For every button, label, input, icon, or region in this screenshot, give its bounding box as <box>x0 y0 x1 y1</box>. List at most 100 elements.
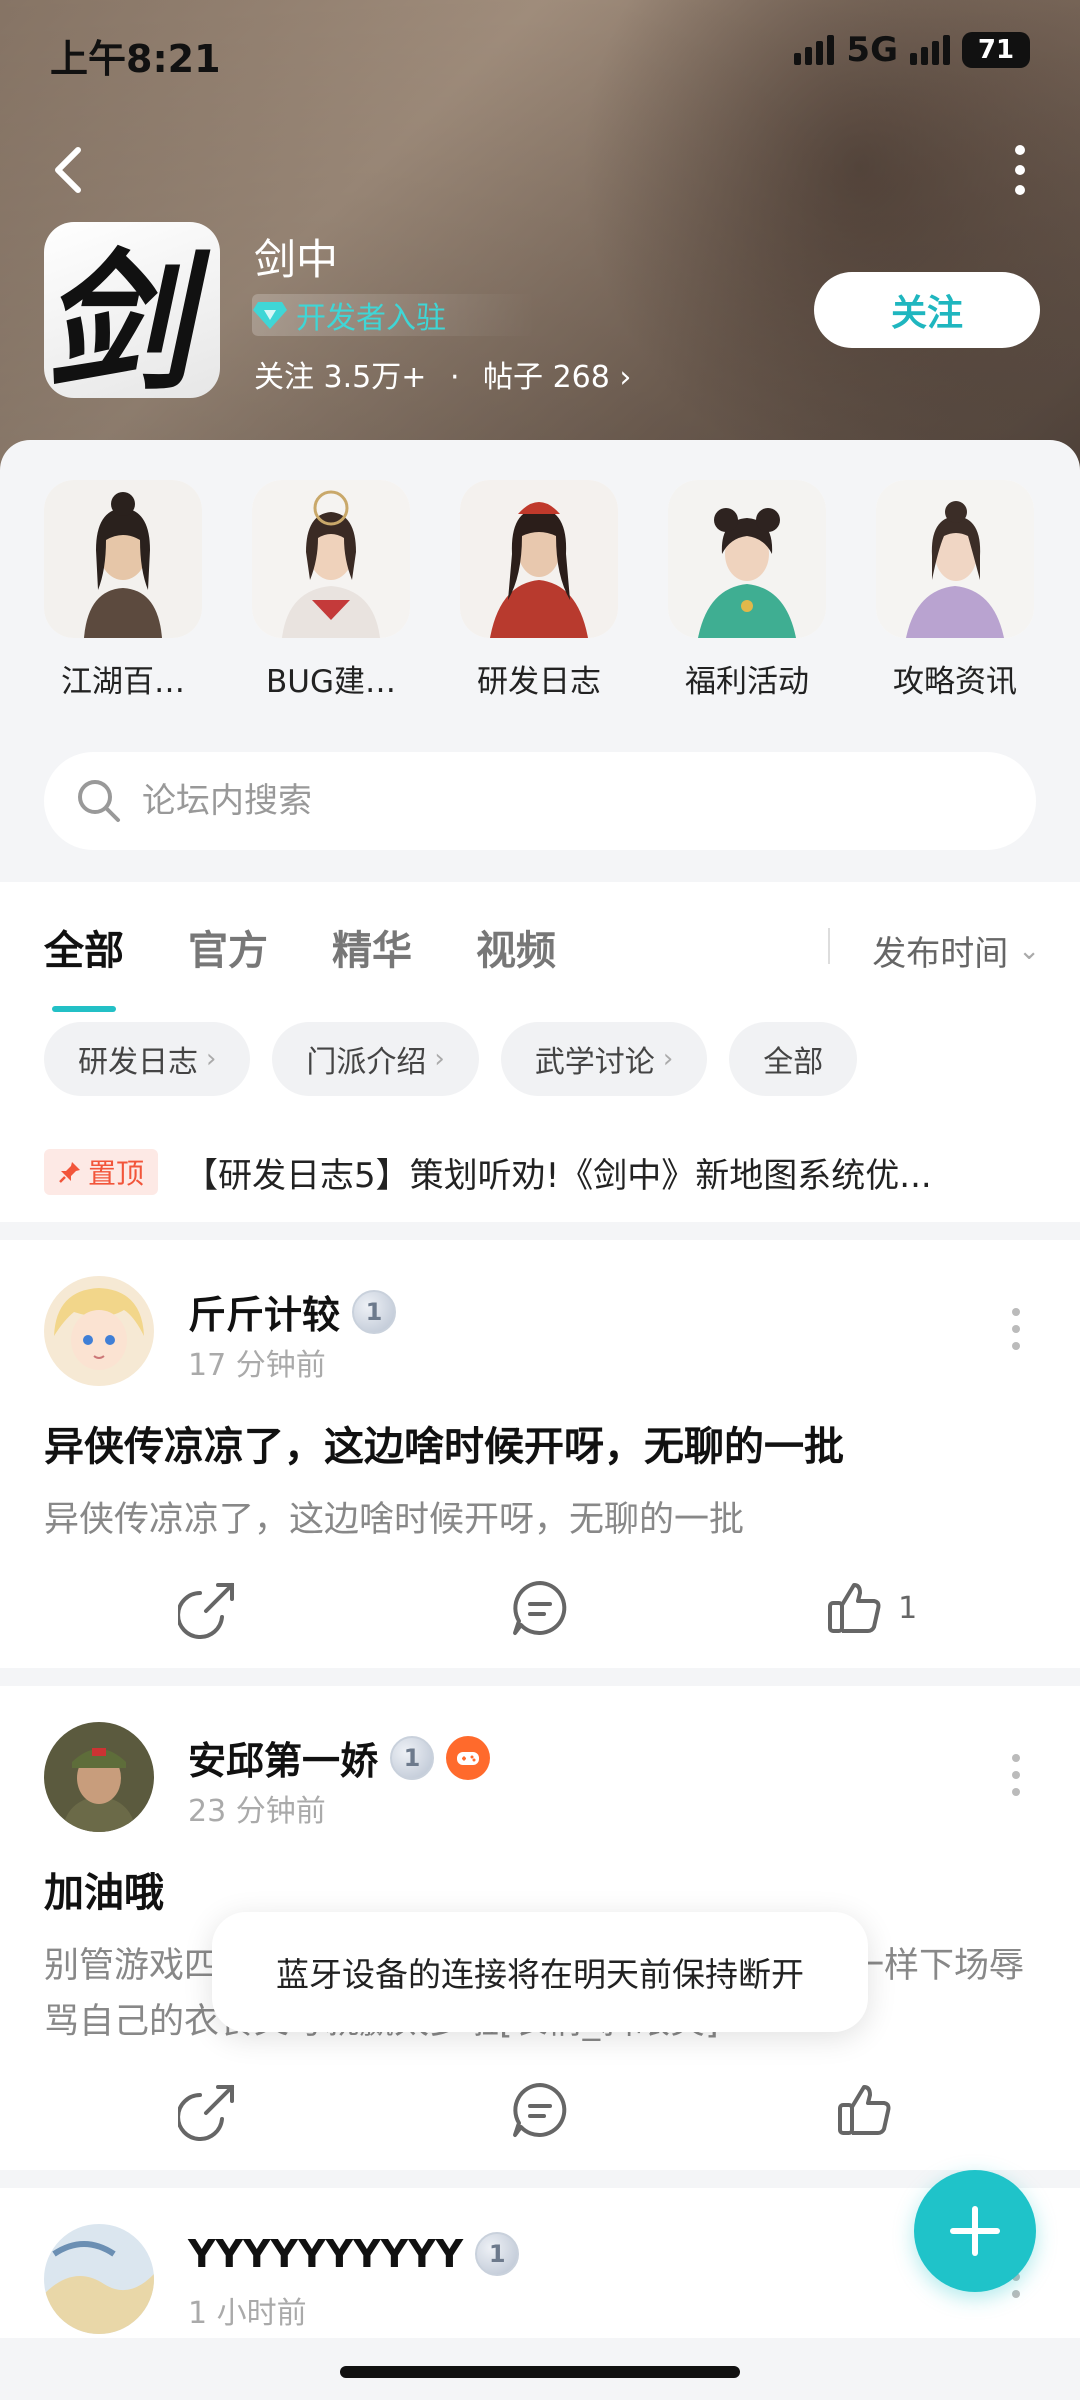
post-time: 23 分钟前 <box>188 1794 326 1829</box>
forum-search-box[interactable] <box>44 752 1036 850</box>
stats-separator: · <box>449 360 460 395</box>
shortcut-label: 福利活动 <box>685 664 809 700</box>
forum-name: 剑中 <box>254 235 339 284</box>
post-body: 异侠传凉凉了，这边啥时候开呀，无聊的一批 <box>44 1500 745 1540</box>
like-button[interactable]: 1 <box>705 1577 1036 1639</box>
tab-video[interactable]: 视频 <box>476 918 556 976</box>
chevron-right-icon: › <box>434 1044 445 1074</box>
follow-button[interactable]: 关注 <box>814 272 1040 348</box>
thumbs-up-icon <box>837 2085 891 2135</box>
forum-content: 江湖百… BUG建… 研发日志 福利活动 攻略资讯 论坛内搜索 全部 官方 精华… <box>0 440 1080 2338</box>
avatar[interactable] <box>44 1276 154 1386</box>
chip-all[interactable]: 全部 <box>729 1022 858 1096</box>
chip-label: 全部 <box>763 1045 824 1080</box>
developer-badge-label: 开发者入驻 <box>296 301 446 336</box>
share-button[interactable] <box>44 2079 375 2141</box>
comment-icon <box>513 1581 567 1635</box>
comment-icon <box>513 2083 567 2137</box>
level-badge-icon: 1 <box>390 1735 435 1780</box>
feed-tabs: 全部 官方 精华 视频 发布时间 ⌄ <box>0 882 1080 1012</box>
pin-icon <box>59 1162 80 1183</box>
diamond-icon <box>253 302 287 329</box>
search-icon <box>78 780 120 822</box>
comment-button[interactable] <box>375 2079 706 2141</box>
avatar[interactable] <box>44 2224 154 2334</box>
like-count: 1 <box>898 1590 918 1626</box>
post-time: 17 分钟前 <box>188 1348 326 1383</box>
home-indicator[interactable] <box>340 2366 740 2378</box>
sort-dropdown[interactable]: 发布时间 ⌄ <box>872 926 1040 975</box>
more-options-button[interactable] <box>1000 140 1040 200</box>
post-more-button[interactable] <box>1006 1308 1026 1350</box>
post-author[interactable]: 斤斤计较 1 <box>188 1284 397 1339</box>
section-divider <box>0 1668 1080 1686</box>
chip-martial-arts[interactable]: 武学讨论 › <box>500 1022 708 1096</box>
chip-label: 研发日志 <box>78 1045 198 1080</box>
section-divider <box>0 1222 1080 1240</box>
avatar[interactable] <box>44 1722 154 1832</box>
shortcut-label: BUG建… <box>266 664 396 700</box>
toast-notification: 蓝牙设备的连接将在明天前保持断开 <box>212 1912 868 2032</box>
shortcut-row: 江湖百… BUG建… 研发日志 福利活动 攻略资讯 <box>0 440 1080 710</box>
plus-icon <box>950 2206 1000 2256</box>
shortcut-label: 攻略资讯 <box>893 664 1017 700</box>
comment-button[interactable] <box>375 1577 706 1639</box>
top-nav <box>40 140 1040 200</box>
shortcut-item[interactable]: 研发日志 <box>460 480 618 710</box>
shortcut-item[interactable]: 攻略资讯 <box>876 480 1034 710</box>
pinned-title: 【研发日志5】策划听劝!《剑中》新地图系统优... <box>184 1155 932 1196</box>
like-button[interactable] <box>705 2079 1036 2141</box>
thumbs-up-icon <box>828 1583 881 1633</box>
post-author[interactable]: 安邱第一娇 1 <box>188 1730 491 1785</box>
network-type: 5G <box>846 30 898 70</box>
back-button[interactable] <box>40 140 100 200</box>
search-input[interactable] <box>142 781 942 821</box>
tab-official[interactable]: 官方 <box>188 918 268 976</box>
post-header: YYYYYYYYYY 1 1 小时前 <box>44 2188 1036 2338</box>
new-post-button[interactable] <box>914 2170 1036 2292</box>
post-more-button[interactable] <box>1006 1754 1026 1796</box>
character-avatar-icon <box>44 480 202 638</box>
status-time: 上午8:21 <box>50 37 221 81</box>
sort-divider <box>828 928 830 964</box>
forum-stats[interactable]: 关注 3.5万+ · 帖子 268 › <box>254 352 631 396</box>
posts-count: 268 <box>552 360 610 395</box>
post-actions <box>44 2050 1036 2170</box>
battery-icon: 71 <box>962 32 1030 68</box>
post-actions: 1 <box>44 1548 1036 1668</box>
chevron-right-icon: › <box>662 1044 674 1074</box>
back-arrow-icon <box>55 147 81 193</box>
forum-header: 上午8:21 5G 71 剑 剑中 开发者入驻 关注 3.5万+ · 帖子 26… <box>0 0 1080 470</box>
chip-label: 武学讨论 <box>534 1045 655 1080</box>
post-time: 1 小时前 <box>188 2296 307 2331</box>
post-feed: 全部 官方 精华 视频 发布时间 ⌄ 研发日志 › 门派介绍 › 武学讨论 › <box>0 882 1080 2338</box>
post-header: 斤斤计较 1 17 分钟前 <box>44 1240 1036 1390</box>
character-avatar-icon <box>876 480 1034 638</box>
shortcut-item[interactable]: BUG建… <box>252 480 410 710</box>
tab-featured[interactable]: 精华 <box>332 918 412 976</box>
forum-logo: 剑 <box>44 222 220 398</box>
character-avatar-icon <box>668 480 826 638</box>
posts-label: 帖子 <box>483 360 544 395</box>
character-avatar-icon <box>460 480 618 638</box>
gamepad-badge-icon <box>446 1735 491 1780</box>
pinned-post[interactable]: 置顶 【研发日志5】策划听劝!《剑中》新地图系统优... <box>0 1122 1080 1222</box>
followers-label: 关注 <box>254 360 314 395</box>
sort-label: 发布时间 <box>872 934 1009 974</box>
section-divider <box>0 2170 1080 2188</box>
share-icon <box>178 2085 235 2141</box>
post-card[interactable]: 斤斤计较 1 17 分钟前 异侠传凉凉了，这边啥时候开呀，无聊的一批 异侠传凉凉… <box>0 1240 1080 1668</box>
shortcut-item[interactable]: 福利活动 <box>668 480 826 710</box>
tab-all[interactable]: 全部 <box>44 918 124 1012</box>
character-avatar-icon <box>252 480 410 638</box>
developer-badge: 开发者入驻 <box>252 294 536 336</box>
signal-icon-2 <box>910 35 950 65</box>
post-author[interactable]: YYYYYYYYYY 1 <box>188 2232 520 2276</box>
shortcut-item[interactable]: 江湖百… <box>44 480 202 710</box>
chip-sects[interactable]: 门派介绍 › <box>272 1022 479 1096</box>
shortcut-label: 江湖百… <box>61 664 185 700</box>
share-button[interactable] <box>44 1577 375 1639</box>
post-title: 加油哦 <box>44 1870 164 1916</box>
chip-dev-log[interactable]: 研发日志 › <box>44 1022 251 1096</box>
author-name: 安邱第一娇 <box>188 1739 379 1783</box>
